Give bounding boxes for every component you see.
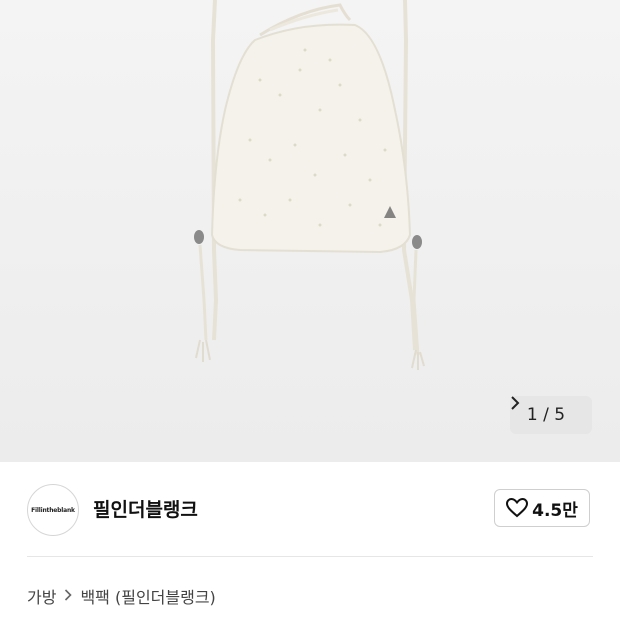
product-image — [194, 0, 425, 370]
product-image-gallery[interactable]: 1 / 5 — [0, 0, 620, 462]
seller-avatar[interactable]: Fillintheblank — [27, 484, 79, 536]
like-button[interactable]: 4.5만 — [494, 489, 590, 527]
pager-text: 1 / 5 — [526, 405, 566, 425]
breadcrumb-item-category[interactable]: 가방 — [27, 584, 56, 608]
avatar-text: Fillintheblank — [31, 506, 75, 514]
breadcrumb-item-subcategory[interactable]: 백팩 (필인더블랭크) — [80, 584, 215, 608]
divider — [27, 556, 593, 557]
chevron-right-icon — [64, 587, 73, 605]
seller-name[interactable]: 필인더블랭크 — [93, 495, 198, 522]
seller-row: Fillintheblank 필인더블랭크 4.5만 — [0, 462, 620, 557]
breadcrumb: 가방 백팩 (필인더블랭크) — [27, 584, 216, 608]
image-pager[interactable]: 1 / 5 — [510, 396, 592, 434]
like-count: 4.5만 — [532, 500, 578, 521]
heart-outline-icon — [506, 498, 529, 518]
